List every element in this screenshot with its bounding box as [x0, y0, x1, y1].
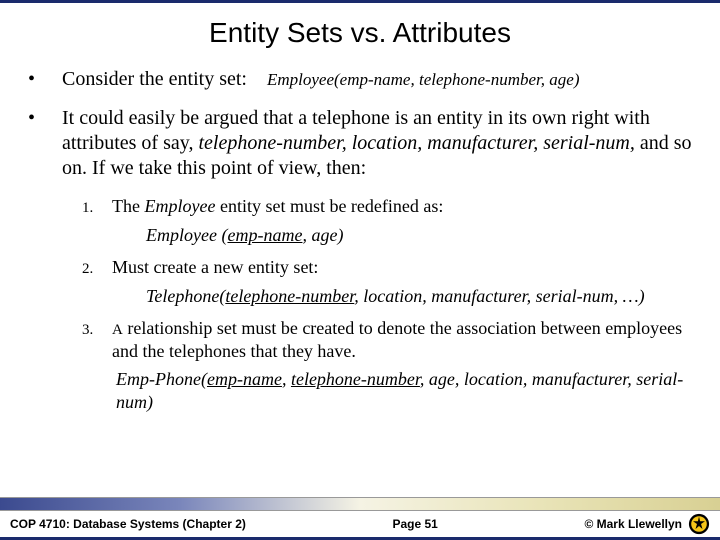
t: , age)	[302, 225, 343, 245]
footer-copyright: © Mark Llewellyn	[584, 513, 710, 535]
copyright-text: © Mark Llewellyn	[584, 517, 682, 531]
numbered-list: 1. The Employee entity set must be redef…	[82, 195, 692, 413]
slide-content: • Consider the entity set: Employee(emp-…	[0, 67, 720, 413]
item-1: 1. The Employee entity set must be redef…	[82, 195, 692, 218]
t: The	[112, 196, 144, 216]
bullet-1-def: Employee(emp-name, telephone-number, age…	[267, 70, 580, 89]
gradient-bar	[0, 497, 720, 511]
bullet-1: • Consider the entity set: Employee(emp-…	[28, 67, 692, 92]
item-3-num: 3.	[82, 322, 112, 339]
footer-bar: COP 4710: Database Systems (Chapter 2) P…	[0, 511, 720, 537]
bullet-1-text: Consider the entity set: Employee(emp-na…	[62, 67, 692, 92]
t: , location, manufacturer, serial-num, …)	[354, 286, 644, 306]
bullet-marker: •	[28, 67, 62, 92]
bullet-1-lead: Consider the entity set:	[62, 68, 247, 90]
footer-page: Page 51	[246, 517, 585, 531]
bullet-2-italic: telephone-number, location, manufacturer…	[198, 132, 634, 154]
item-3: 3. A relationship set must be created to…	[82, 317, 692, 362]
item-2-text: Must create a new entity set:	[112, 256, 692, 279]
t-small: A	[112, 322, 123, 338]
bullet-marker: •	[28, 106, 62, 131]
item-1-num: 1.	[82, 200, 112, 217]
t: entity set must be redefined as:	[215, 196, 443, 216]
ucf-logo-icon	[688, 513, 710, 535]
item-3-sub: Emp-Phone(emp-name, telephone-number, ag…	[116, 368, 692, 413]
t: Employee (	[146, 225, 227, 245]
slide-title: Entity Sets vs. Attributes	[0, 17, 720, 49]
item-2: 2. Must create a new entity set:	[82, 256, 692, 279]
t-u: telephone-number	[225, 286, 354, 306]
t: ,	[282, 369, 291, 389]
t: Emp-Phone(	[116, 369, 207, 389]
t-it: Employee	[144, 196, 215, 216]
bullet-2: • It could easily be argued that a telep…	[28, 106, 692, 181]
t-u: telephone-number	[291, 369, 420, 389]
bullet-2-text: It could easily be argued that a telepho…	[62, 106, 692, 181]
t-u: emp-name	[227, 225, 302, 245]
t: relationship set must be created to deno…	[112, 318, 682, 361]
item-3-text: A relationship set must be created to de…	[112, 317, 692, 362]
item-2-sub: Telephone(telephone-number, location, ma…	[146, 285, 692, 308]
item-1-sub: Employee (emp-name, age)	[146, 224, 692, 247]
footer-course: COP 4710: Database Systems (Chapter 2)	[10, 517, 246, 531]
footer: COP 4710: Database Systems (Chapter 2) P…	[0, 497, 720, 540]
top-border	[0, 0, 720, 3]
t: Telephone(	[146, 286, 225, 306]
t-u: emp-name	[207, 369, 282, 389]
item-2-num: 2.	[82, 261, 112, 278]
item-1-text: The Employee entity set must be redefine…	[112, 195, 692, 218]
